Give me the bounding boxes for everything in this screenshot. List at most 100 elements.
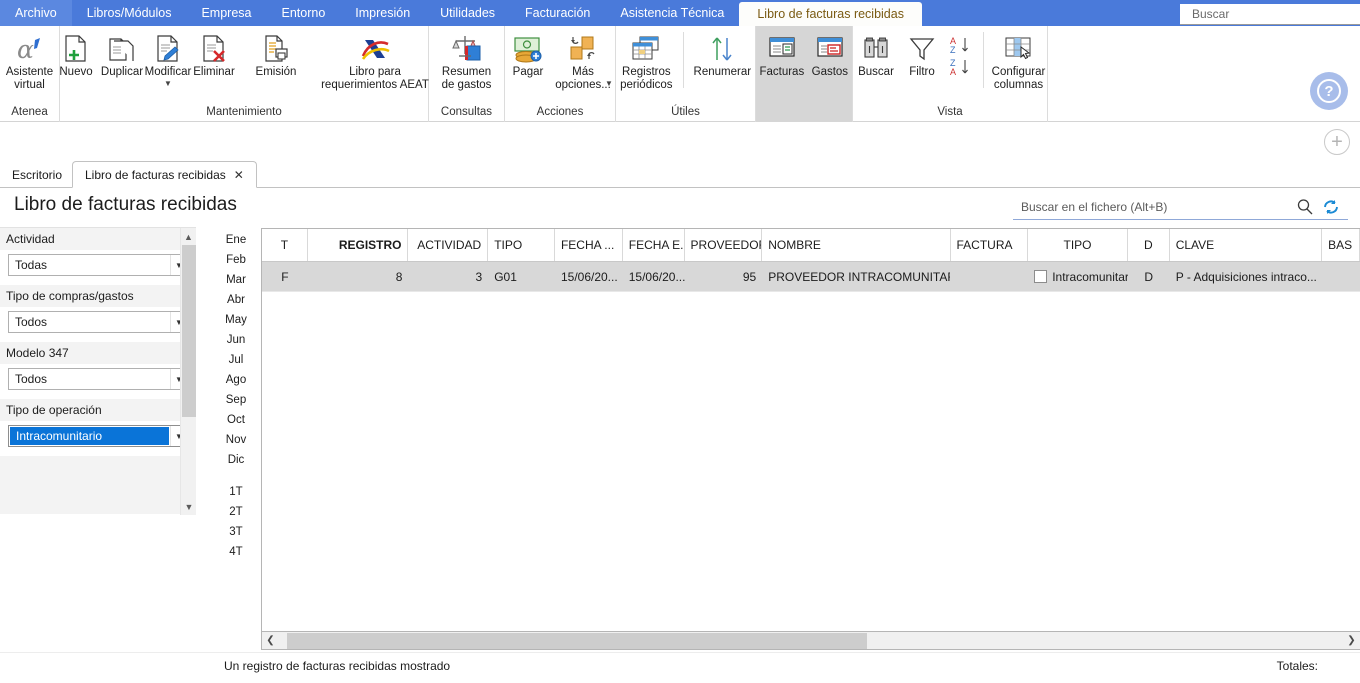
close-icon[interactable]: ✕ bbox=[234, 168, 244, 182]
period-4t[interactable]: 4T bbox=[212, 542, 260, 562]
chevron-up-icon[interactable]: ▲ bbox=[181, 228, 196, 245]
checkbox-icon[interactable] bbox=[1034, 270, 1048, 283]
resumen-de-gastos-button[interactable]: Resumen de gastos bbox=[432, 30, 502, 92]
filters-scroll-thumb[interactable] bbox=[182, 245, 196, 417]
actividad-dropdown[interactable]: Todas ▼ bbox=[8, 254, 188, 276]
doc-x-icon bbox=[200, 32, 228, 66]
hscroll-thumb[interactable] bbox=[287, 632, 867, 649]
chevron-down-icon[interactable]: ▼ bbox=[164, 80, 172, 88]
hscroll-track[interactable] bbox=[279, 632, 1343, 649]
refresh-icon[interactable] bbox=[1322, 198, 1348, 216]
sort-buttons[interactable]: A Z Z A bbox=[945, 30, 977, 82]
filters-scrollbar[interactable]: ▲ ▼ bbox=[180, 228, 196, 515]
menu-item-label: Facturación bbox=[525, 6, 591, 20]
period-nov[interactable]: Nov bbox=[212, 430, 260, 450]
gastos-button[interactable]: Gastos bbox=[808, 30, 852, 79]
column-header-clave[interactable]: CLAVE bbox=[1170, 229, 1323, 261]
ribbon-group-label: Vista bbox=[937, 106, 963, 118]
nuevo-button[interactable]: Nuevo bbox=[53, 30, 99, 79]
column-header-factura[interactable]: FACTURA bbox=[951, 229, 1029, 261]
resumen-de-gastos-label: Resumen de gastos bbox=[441, 66, 492, 91]
pagar-button[interactable]: Pagar bbox=[505, 30, 551, 79]
table-row[interactable]: F 8 3 G01 15/06/20... 15/06/20... 95 PRO… bbox=[262, 262, 1360, 292]
period-1t[interactable]: 1T bbox=[212, 482, 260, 502]
magnifier-icon[interactable] bbox=[1296, 198, 1322, 216]
eliminar-button[interactable]: Eliminar bbox=[191, 30, 237, 79]
period-abr[interactable]: Abr bbox=[212, 290, 260, 310]
file-search-field[interactable]: Buscar en el fichero (Alt+B) bbox=[1013, 194, 1348, 220]
period-sep[interactable]: Sep bbox=[212, 390, 260, 410]
menu-item-archivo[interactable]: Archivo bbox=[0, 0, 72, 26]
tab-label: Escritorio bbox=[12, 167, 63, 182]
cell-factura bbox=[950, 262, 1028, 291]
document-menu-tab[interactable]: Libro de facturas recibidas bbox=[739, 2, 922, 26]
emision-button[interactable]: Emisión bbox=[253, 30, 299, 79]
registros-periodicos-button[interactable]: Registros periódicos bbox=[616, 30, 677, 92]
columns-icon bbox=[1002, 32, 1034, 66]
mas-opciones-button[interactable]: Más opciones... ▼ bbox=[551, 30, 615, 91]
menu-item-empresa[interactable]: Empresa bbox=[186, 0, 266, 26]
chevron-left-icon[interactable]: ❮ bbox=[262, 633, 279, 649]
column-header-tipo[interactable]: TIPO bbox=[488, 229, 555, 261]
menu-item-libros-modulos[interactable]: Libros/Módulos bbox=[72, 0, 187, 26]
period-jun[interactable]: Jun bbox=[212, 330, 260, 350]
period-3t[interactable]: 3T bbox=[212, 522, 260, 542]
configurar-columnas-button[interactable]: Configurar columnas bbox=[990, 30, 1047, 92]
libro-requerimientos-aeat-button[interactable]: Libro para requerimientos AEAT bbox=[315, 30, 435, 92]
cell-tipo-2: Intracomunitar... bbox=[1028, 262, 1128, 291]
buscar-button[interactable]: Buscar bbox=[853, 30, 899, 79]
column-header-actividad[interactable]: ACTIVIDAD bbox=[408, 229, 489, 261]
filtro-button[interactable]: Filtro bbox=[899, 30, 945, 79]
column-header-base[interactable]: BAS bbox=[1322, 229, 1360, 261]
renumerar-button[interactable]: Renumerar bbox=[690, 30, 755, 79]
tipo-de-operacion-dropdown[interactable]: Intracomunitario ▼ bbox=[8, 425, 188, 447]
column-header-tipo-2[interactable]: TIPO bbox=[1028, 229, 1128, 261]
tipo-compras-gastos-value: Todos bbox=[15, 315, 48, 329]
period-dic[interactable]: Dic bbox=[212, 450, 260, 470]
asistente-virtual-button[interactable]: α Asistente virtual bbox=[0, 30, 59, 92]
column-header-nombre[interactable]: NOMBRE bbox=[762, 229, 951, 261]
configurar-columnas-label: Configurar columnas bbox=[991, 66, 1046, 91]
add-tab-button[interactable]: + bbox=[1324, 129, 1350, 155]
chevron-down-icon[interactable]: ▼ bbox=[181, 498, 197, 515]
period-mar[interactable]: Mar bbox=[212, 270, 260, 290]
help-button[interactable]: ? bbox=[1310, 72, 1348, 110]
period-ago[interactable]: Ago bbox=[212, 370, 260, 390]
period-ene[interactable]: Ene bbox=[212, 230, 260, 250]
modelo-347-dropdown[interactable]: Todos ▼ bbox=[8, 368, 188, 390]
period-2t[interactable]: 2T bbox=[212, 502, 260, 522]
column-header-proveedor[interactable]: PROVEEDOR bbox=[685, 229, 763, 261]
period-feb[interactable]: Feb bbox=[212, 250, 260, 270]
status-message: Un registro de facturas recibidas mostra… bbox=[224, 659, 451, 673]
tab-label: Libro de facturas recibidas bbox=[85, 167, 226, 182]
duplicar-button[interactable]: Duplicar bbox=[99, 30, 145, 79]
column-header-d[interactable]: D bbox=[1128, 229, 1170, 261]
column-header-registro[interactable]: REGISTRO bbox=[308, 229, 409, 261]
global-search-input[interactable]: Buscar bbox=[1180, 4, 1360, 25]
period-jul[interactable]: Jul bbox=[212, 350, 260, 370]
chevron-right-icon[interactable]: ❯ bbox=[1343, 633, 1360, 649]
modificar-button[interactable]: Modificar ▼ bbox=[145, 30, 191, 88]
svg-text:Z: Z bbox=[950, 45, 956, 55]
document-menu-tab-label: Libro de facturas recibidas bbox=[757, 7, 904, 21]
ribbon-group-utiles: Registros periódicos Renumerar Útiles bbox=[616, 26, 756, 122]
tipo-compras-gastos-dropdown[interactable]: Todos ▼ bbox=[8, 311, 188, 333]
menu-item-facturacion[interactable]: Facturación bbox=[510, 0, 605, 26]
column-header-fecha-2[interactable]: FECHA E... bbox=[623, 229, 685, 261]
tab-escritorio[interactable]: Escritorio bbox=[0, 161, 74, 188]
menu-item-asistencia-tecnica[interactable]: Asistencia Técnica bbox=[605, 0, 739, 26]
period-may[interactable]: May bbox=[212, 310, 260, 330]
menu-item-entorno[interactable]: Entorno bbox=[266, 0, 340, 26]
grid-horizontal-scrollbar[interactable]: ❮ ❯ bbox=[261, 632, 1360, 650]
facturas-button[interactable]: Facturas bbox=[756, 30, 808, 79]
column-header-t[interactable]: T bbox=[262, 229, 308, 261]
chevron-down-icon[interactable]: ▼ bbox=[605, 80, 613, 88]
cell-clave: P - Adquisiciones intraco... bbox=[1175, 269, 1317, 284]
tab-libro-de-facturas-recibidas[interactable]: Libro de facturas recibidas ✕ bbox=[72, 161, 257, 188]
menu-item-utilidades[interactable]: Utilidades bbox=[425, 0, 510, 26]
period-oct[interactable]: Oct bbox=[212, 410, 260, 430]
cell-fecha-2: 15/06/20... bbox=[628, 269, 685, 284]
menu-item-impresion[interactable]: Impresión bbox=[340, 0, 425, 26]
menu-spacer bbox=[922, 0, 1180, 26]
column-header-fecha-1[interactable]: FECHA ... bbox=[555, 229, 623, 261]
